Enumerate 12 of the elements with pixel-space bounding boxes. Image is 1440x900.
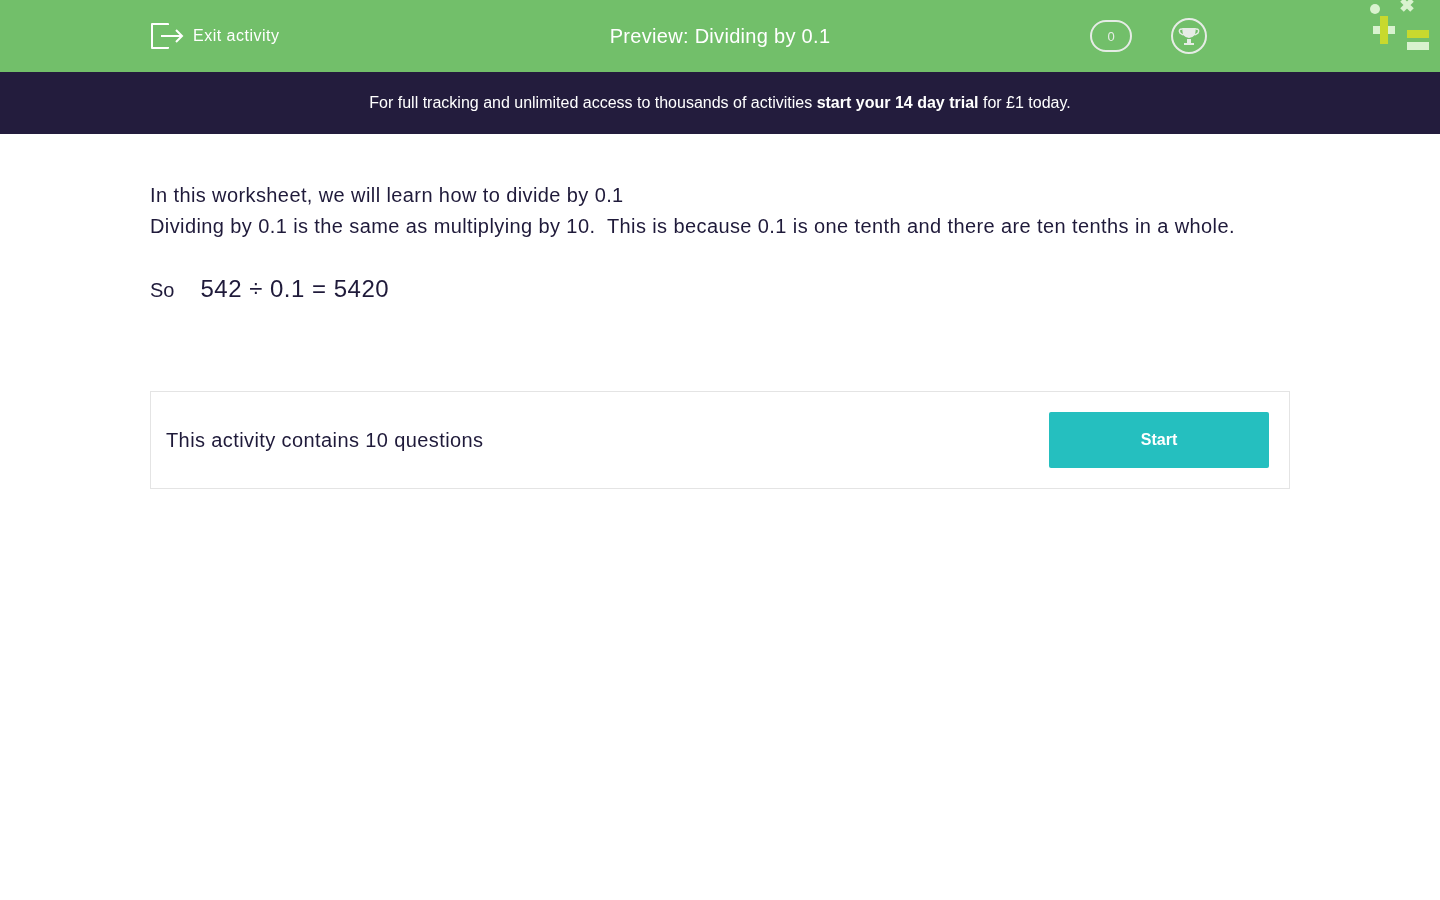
intro-text: Dividing by 0.1 is the same as multiplying by 10. This is because 0.1 is one tenth and there are ten tenths in a whole. [150, 214, 1236, 239]
trophy-icon[interactable] [1170, 17, 1208, 55]
exit-icon [150, 22, 184, 50]
intro-text: In this worksheet, we will learn how to divide by 0.1 [150, 183, 625, 208]
score-badge: 0 [1090, 20, 1132, 52]
exit-activity-button[interactable]: Exit activity [150, 22, 280, 50]
trial-message: For full tracking and unlimited access to thousands of activities start your 14 day trial for £1 today. [369, 94, 1071, 112]
start-button[interactable]: Start [1049, 412, 1269, 468]
example-equation: 542 ÷ 0.1 = 5420 [200, 275, 390, 303]
question-count: This activity contains 10 questions [166, 428, 484, 452]
example-label: So [150, 279, 175, 302]
page-title: Preview: Dividing by 0.1 [609, 24, 831, 48]
